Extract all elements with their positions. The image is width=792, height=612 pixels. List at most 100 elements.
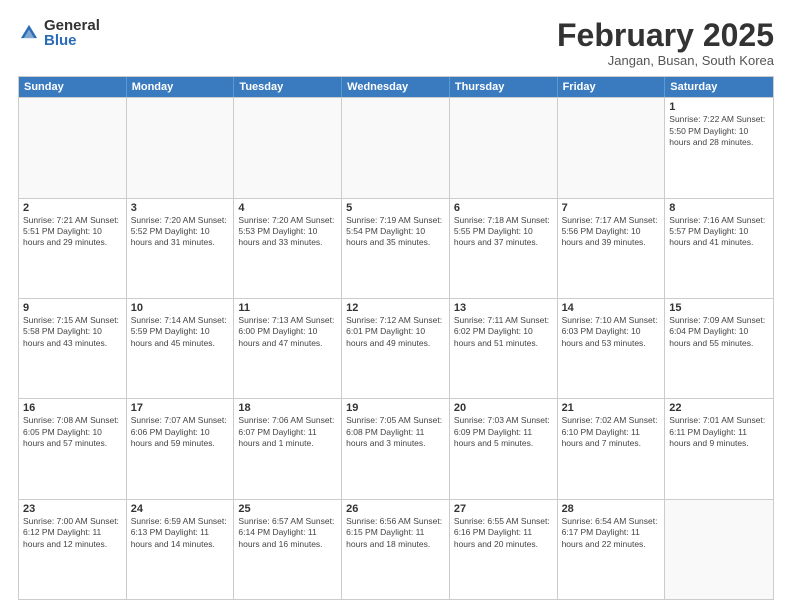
day-number: 14 xyxy=(562,302,661,314)
calendar-header: SundayMondayTuesdayWednesdayThursdayFrid… xyxy=(19,77,773,97)
day-number: 17 xyxy=(131,402,230,414)
calendar-cell xyxy=(19,98,127,197)
day-info: Sunrise: 7:19 AM Sunset: 5:54 PM Dayligh… xyxy=(346,215,445,249)
day-number: 25 xyxy=(238,503,337,515)
day-info: Sunrise: 7:06 AM Sunset: 6:07 PM Dayligh… xyxy=(238,415,337,449)
calendar-cell: 5Sunrise: 7:19 AM Sunset: 5:54 PM Daylig… xyxy=(342,199,450,298)
calendar-cell: 7Sunrise: 7:17 AM Sunset: 5:56 PM Daylig… xyxy=(558,199,666,298)
calendar-cell: 10Sunrise: 7:14 AM Sunset: 5:59 PM Dayli… xyxy=(127,299,235,398)
day-info: Sunrise: 7:21 AM Sunset: 5:51 PM Dayligh… xyxy=(23,215,122,249)
calendar-cell: 13Sunrise: 7:11 AM Sunset: 6:02 PM Dayli… xyxy=(450,299,558,398)
logo-blue-text: Blue xyxy=(44,33,100,48)
calendar-body: 1Sunrise: 7:22 AM Sunset: 5:50 PM Daylig… xyxy=(19,97,773,599)
day-info: Sunrise: 7:11 AM Sunset: 6:02 PM Dayligh… xyxy=(454,315,553,349)
calendar-cell: 28Sunrise: 6:54 AM Sunset: 6:17 PM Dayli… xyxy=(558,500,666,599)
day-info: Sunrise: 6:59 AM Sunset: 6:13 PM Dayligh… xyxy=(131,516,230,550)
calendar-cell: 8Sunrise: 7:16 AM Sunset: 5:57 PM Daylig… xyxy=(665,199,773,298)
weekday-header: Friday xyxy=(558,77,666,97)
weekday-header: Tuesday xyxy=(234,77,342,97)
day-number: 2 xyxy=(23,202,122,214)
day-number: 10 xyxy=(131,302,230,314)
header: General Blue February 2025 Jangan, Busan… xyxy=(18,18,774,68)
day-info: Sunrise: 7:16 AM Sunset: 5:57 PM Dayligh… xyxy=(669,215,769,249)
page: General Blue February 2025 Jangan, Busan… xyxy=(0,0,792,612)
calendar-cell: 22Sunrise: 7:01 AM Sunset: 6:11 PM Dayli… xyxy=(665,399,773,498)
day-number: 16 xyxy=(23,402,122,414)
day-info: Sunrise: 6:55 AM Sunset: 6:16 PM Dayligh… xyxy=(454,516,553,550)
day-number: 5 xyxy=(346,202,445,214)
day-info: Sunrise: 7:22 AM Sunset: 5:50 PM Dayligh… xyxy=(669,114,769,148)
calendar-cell: 3Sunrise: 7:20 AM Sunset: 5:52 PM Daylig… xyxy=(127,199,235,298)
day-info: Sunrise: 7:03 AM Sunset: 6:09 PM Dayligh… xyxy=(454,415,553,449)
day-info: Sunrise: 7:20 AM Sunset: 5:52 PM Dayligh… xyxy=(131,215,230,249)
calendar-cell xyxy=(558,98,666,197)
day-info: Sunrise: 7:07 AM Sunset: 6:06 PM Dayligh… xyxy=(131,415,230,449)
day-number: 28 xyxy=(562,503,661,515)
weekday-header: Thursday xyxy=(450,77,558,97)
day-info: Sunrise: 7:14 AM Sunset: 5:59 PM Dayligh… xyxy=(131,315,230,349)
calendar-cell: 4Sunrise: 7:20 AM Sunset: 5:53 PM Daylig… xyxy=(234,199,342,298)
day-info: Sunrise: 7:08 AM Sunset: 6:05 PM Dayligh… xyxy=(23,415,122,449)
day-info: Sunrise: 7:13 AM Sunset: 6:00 PM Dayligh… xyxy=(238,315,337,349)
calendar-cell xyxy=(450,98,558,197)
calendar-cell: 18Sunrise: 7:06 AM Sunset: 6:07 PM Dayli… xyxy=(234,399,342,498)
day-number: 13 xyxy=(454,302,553,314)
day-number: 27 xyxy=(454,503,553,515)
logo-text: General Blue xyxy=(44,18,100,48)
calendar-cell: 24Sunrise: 6:59 AM Sunset: 6:13 PM Dayli… xyxy=(127,500,235,599)
calendar-cell: 26Sunrise: 6:56 AM Sunset: 6:15 PM Dayli… xyxy=(342,500,450,599)
logo-general-text: General xyxy=(44,18,100,33)
weekday-header: Monday xyxy=(127,77,235,97)
calendar-row: 23Sunrise: 7:00 AM Sunset: 6:12 PM Dayli… xyxy=(19,499,773,599)
calendar-cell: 25Sunrise: 6:57 AM Sunset: 6:14 PM Dayli… xyxy=(234,500,342,599)
day-info: Sunrise: 6:54 AM Sunset: 6:17 PM Dayligh… xyxy=(562,516,661,550)
weekday-header: Saturday xyxy=(665,77,773,97)
day-info: Sunrise: 7:12 AM Sunset: 6:01 PM Dayligh… xyxy=(346,315,445,349)
header-right: February 2025 Jangan, Busan, South Korea xyxy=(557,18,774,68)
calendar: SundayMondayTuesdayWednesdayThursdayFrid… xyxy=(18,76,774,600)
day-info: Sunrise: 7:00 AM Sunset: 6:12 PM Dayligh… xyxy=(23,516,122,550)
day-info: Sunrise: 7:15 AM Sunset: 5:58 PM Dayligh… xyxy=(23,315,122,349)
day-number: 4 xyxy=(238,202,337,214)
day-info: Sunrise: 7:17 AM Sunset: 5:56 PM Dayligh… xyxy=(562,215,661,249)
day-number: 8 xyxy=(669,202,769,214)
day-number: 18 xyxy=(238,402,337,414)
calendar-cell: 11Sunrise: 7:13 AM Sunset: 6:00 PM Dayli… xyxy=(234,299,342,398)
day-number: 11 xyxy=(238,302,337,314)
day-info: Sunrise: 7:05 AM Sunset: 6:08 PM Dayligh… xyxy=(346,415,445,449)
logo-icon xyxy=(18,22,40,44)
calendar-cell xyxy=(342,98,450,197)
day-number: 23 xyxy=(23,503,122,515)
day-info: Sunrise: 7:09 AM Sunset: 6:04 PM Dayligh… xyxy=(669,315,769,349)
day-number: 6 xyxy=(454,202,553,214)
calendar-cell xyxy=(127,98,235,197)
day-info: Sunrise: 6:56 AM Sunset: 6:15 PM Dayligh… xyxy=(346,516,445,550)
calendar-row: 2Sunrise: 7:21 AM Sunset: 5:51 PM Daylig… xyxy=(19,198,773,298)
calendar-cell xyxy=(665,500,773,599)
calendar-cell: 16Sunrise: 7:08 AM Sunset: 6:05 PM Dayli… xyxy=(19,399,127,498)
day-number: 19 xyxy=(346,402,445,414)
calendar-cell: 12Sunrise: 7:12 AM Sunset: 6:01 PM Dayli… xyxy=(342,299,450,398)
day-info: Sunrise: 7:02 AM Sunset: 6:10 PM Dayligh… xyxy=(562,415,661,449)
day-info: Sunrise: 7:18 AM Sunset: 5:55 PM Dayligh… xyxy=(454,215,553,249)
calendar-cell: 20Sunrise: 7:03 AM Sunset: 6:09 PM Dayli… xyxy=(450,399,558,498)
calendar-cell: 6Sunrise: 7:18 AM Sunset: 5:55 PM Daylig… xyxy=(450,199,558,298)
weekday-header: Sunday xyxy=(19,77,127,97)
calendar-cell: 27Sunrise: 6:55 AM Sunset: 6:16 PM Dayli… xyxy=(450,500,558,599)
location: Jangan, Busan, South Korea xyxy=(557,53,774,68)
day-number: 1 xyxy=(669,101,769,113)
month-title: February 2025 xyxy=(557,18,774,53)
day-number: 21 xyxy=(562,402,661,414)
calendar-row: 16Sunrise: 7:08 AM Sunset: 6:05 PM Dayli… xyxy=(19,398,773,498)
calendar-cell xyxy=(234,98,342,197)
calendar-cell: 23Sunrise: 7:00 AM Sunset: 6:12 PM Dayli… xyxy=(19,500,127,599)
day-number: 24 xyxy=(131,503,230,515)
day-number: 26 xyxy=(346,503,445,515)
logo: General Blue xyxy=(18,18,100,48)
calendar-cell: 9Sunrise: 7:15 AM Sunset: 5:58 PM Daylig… xyxy=(19,299,127,398)
day-info: Sunrise: 7:01 AM Sunset: 6:11 PM Dayligh… xyxy=(669,415,769,449)
day-number: 3 xyxy=(131,202,230,214)
day-info: Sunrise: 7:10 AM Sunset: 6:03 PM Dayligh… xyxy=(562,315,661,349)
day-number: 22 xyxy=(669,402,769,414)
calendar-cell: 14Sunrise: 7:10 AM Sunset: 6:03 PM Dayli… xyxy=(558,299,666,398)
